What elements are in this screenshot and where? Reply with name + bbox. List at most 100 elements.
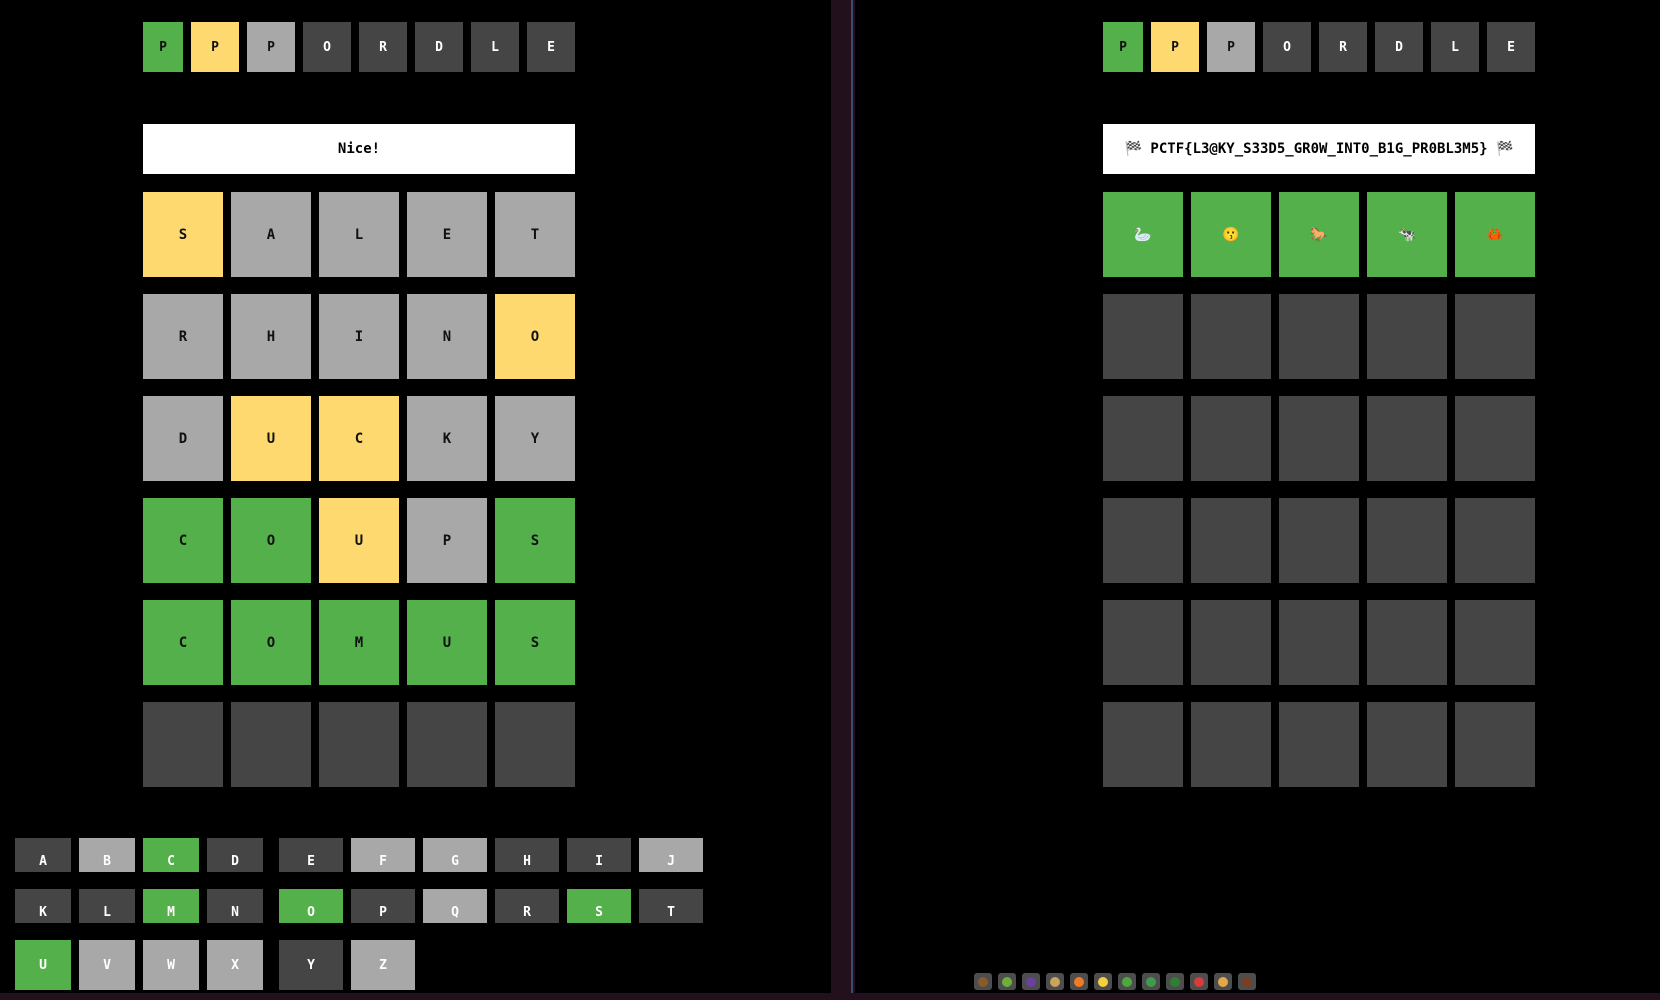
message-banner: Nice! — [143, 124, 575, 174]
board-tile — [1367, 600, 1447, 685]
key-q[interactable]: Q — [423, 889, 487, 923]
eggplant-icon[interactable] — [1022, 973, 1040, 990]
key-f[interactable]: F — [351, 838, 415, 872]
board-tile — [1279, 396, 1359, 481]
cucumber-icon-glyph — [1122, 976, 1132, 987]
board-tile — [1279, 600, 1359, 685]
avocado-icon[interactable] — [998, 973, 1016, 990]
board-tile — [1191, 396, 1271, 481]
potato-icon[interactable] — [1046, 973, 1064, 990]
split-pane-divider[interactable] — [831, 0, 855, 1000]
mushroom-icon[interactable] — [1190, 973, 1208, 990]
key-g[interactable]: G — [423, 838, 487, 872]
board-tile — [407, 702, 487, 787]
key-w[interactable]: W — [143, 940, 199, 990]
board-tile: C — [143, 600, 223, 685]
board-tile: K — [407, 396, 487, 481]
board-tile: O — [231, 498, 311, 583]
board-tile: 🦀 — [1455, 192, 1535, 277]
bottom-status-strip — [0, 993, 1660, 1000]
board-tile: C — [143, 498, 223, 583]
board-tile — [1191, 702, 1271, 787]
carrot-icon[interactable] — [1070, 973, 1088, 990]
key-z[interactable]: Z — [351, 940, 415, 990]
board-tile: U — [407, 600, 487, 685]
board-tile: 🐄 — [1367, 192, 1447, 277]
corn-icon[interactable] — [1094, 973, 1112, 990]
board-tile: E — [407, 192, 487, 277]
board-tile — [1191, 600, 1271, 685]
cucumber-icon[interactable] — [1118, 973, 1136, 990]
title-tile: E — [1487, 22, 1535, 72]
board-tile — [1279, 702, 1359, 787]
board-tile — [231, 702, 311, 787]
key-k[interactable]: K — [15, 889, 71, 923]
title-tile: P — [1103, 22, 1143, 72]
avocado-icon-glyph — [1002, 976, 1012, 987]
board-tile — [1279, 294, 1359, 379]
board-tile: U — [319, 498, 399, 583]
board-tile: S — [495, 498, 575, 583]
coconut-icon[interactable] — [974, 973, 992, 990]
board-tile — [1367, 498, 1447, 583]
emoji-tray — [974, 973, 1256, 990]
key-d[interactable]: D — [207, 838, 263, 872]
key-s[interactable]: S — [567, 889, 631, 923]
carrot-icon-glyph — [1074, 976, 1084, 987]
message-text: Nice! — [337, 141, 381, 157]
title-tile: E — [527, 22, 575, 72]
board-tile: 🐎 — [1279, 192, 1359, 277]
mushroom-icon-glyph — [1194, 976, 1204, 987]
key-m[interactable]: M — [143, 889, 199, 923]
board-tile — [495, 702, 575, 787]
key-t[interactable]: T — [639, 889, 703, 923]
key-x[interactable]: X — [207, 940, 263, 990]
key-a[interactable]: A — [15, 838, 71, 872]
board-tile: S — [143, 192, 223, 277]
key-j[interactable]: J — [639, 838, 703, 872]
key-p[interactable]: P — [351, 889, 415, 923]
board-tile: S — [495, 600, 575, 685]
board-tile: 🦢 — [1103, 192, 1183, 277]
key-c[interactable]: C — [143, 838, 199, 872]
potato-icon-glyph — [1050, 976, 1060, 987]
leafy-green-icon[interactable] — [1142, 973, 1160, 990]
board-tile: N — [407, 294, 487, 379]
key-h[interactable]: H — [495, 838, 559, 872]
key-r[interactable]: R — [495, 889, 559, 923]
key-n[interactable]: N — [207, 889, 263, 923]
board-tile — [1103, 702, 1183, 787]
board-tile: U — [231, 396, 311, 481]
corn-icon-glyph — [1098, 976, 1108, 987]
title-tile: P — [143, 22, 183, 72]
flag-text: 🏁 PCTF{L3@KY_S33D5_GR0W_INT0_B1G_PR0BL3M… — [1124, 141, 1514, 157]
key-y[interactable]: Y — [279, 940, 343, 990]
title-tile: P — [191, 22, 239, 72]
board-tile — [1103, 498, 1183, 583]
board-tile: O — [231, 600, 311, 685]
key-o[interactable]: O — [279, 889, 343, 923]
key-v[interactable]: V — [79, 940, 135, 990]
chestnut-icon[interactable] — [1238, 973, 1256, 990]
title-tile: P — [247, 22, 295, 72]
baguette-icon[interactable] — [1214, 973, 1232, 990]
guess-board: SALETRHINODUCKYCOUPSCOMUS — [143, 192, 575, 787]
game-title: PPPORDLE — [143, 22, 575, 72]
emoji-guess-board: 🦢 😗 🐎 🐄 🦀 — [1103, 192, 1535, 787]
broccoli-icon-glyph — [1170, 976, 1180, 987]
title-tile: R — [1319, 22, 1367, 72]
key-l[interactable]: L — [79, 889, 135, 923]
title-tile: R — [359, 22, 407, 72]
key-e[interactable]: E — [279, 838, 343, 872]
key-b[interactable]: B — [79, 838, 135, 872]
game-title: PPPORDLE — [1103, 22, 1535, 72]
board-tile: 😗 — [1191, 192, 1271, 277]
board-tile: T — [495, 192, 575, 277]
right-game-pane: PPPORDLE 🏁 PCTF{L3@KY_S33D5_GR0W_INT0_B1… — [855, 0, 1660, 993]
broccoli-icon[interactable] — [1166, 973, 1184, 990]
title-tile: L — [1431, 22, 1479, 72]
key-i[interactable]: I — [567, 838, 631, 872]
baguette-icon-glyph — [1218, 976, 1228, 987]
key-u[interactable]: U — [15, 940, 71, 990]
board-tile — [1103, 396, 1183, 481]
